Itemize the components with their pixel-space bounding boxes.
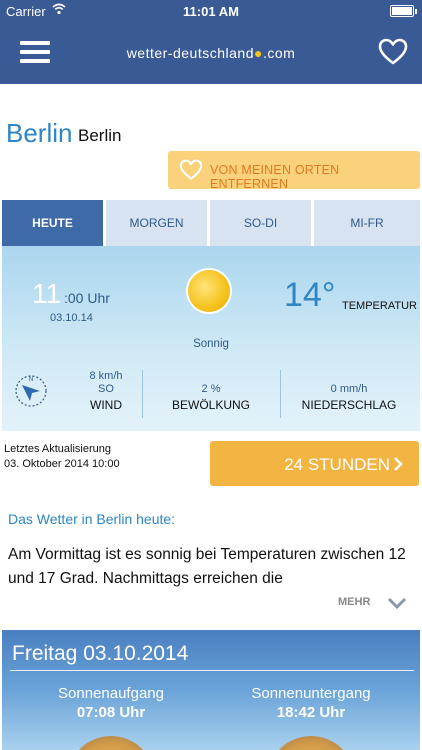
current-weather-panel: 11 :00 Uhr 03.10.14 Sonnig 14° TEMPERATU… bbox=[2, 246, 420, 431]
tab-mi-fr[interactable]: MI-FR bbox=[314, 200, 420, 246]
temperature-label: TEMPERATUR bbox=[342, 300, 417, 312]
remove-favorite-button[interactable]: VON MEINEN ORTEN ENTFERNEN bbox=[168, 151, 420, 191]
divider bbox=[10, 670, 414, 671]
precip-label: NIEDERSCHLAG bbox=[301, 398, 397, 412]
cloud-label: BEWÖLKUNG bbox=[171, 398, 250, 412]
app-header: wetter-deutschland●.com bbox=[0, 22, 422, 84]
last-update-label: Letztes Aktualisierung bbox=[4, 443, 112, 455]
sunset-icon bbox=[267, 736, 355, 750]
precip-value: 0 mm/h bbox=[330, 383, 368, 395]
app-logo: wetter-deutschland●.com bbox=[126, 45, 296, 61]
sunset-time: 18:42 Uhr bbox=[276, 704, 346, 721]
tab-morgen[interactable]: MORGEN bbox=[106, 200, 209, 246]
city-name: Berlin bbox=[6, 118, 73, 148]
current-minutes: :00 Uhr bbox=[64, 290, 110, 306]
last-update-value: 03. Oktober 2014 10:00 bbox=[4, 458, 120, 470]
24-hours-label: 24 STUNDEN bbox=[284, 455, 390, 474]
city-region: Berlin bbox=[78, 126, 122, 145]
sunrise-label: Sonnenaufgang bbox=[58, 685, 164, 702]
chevron-right-icon bbox=[393, 456, 403, 477]
sunrise-icon bbox=[67, 736, 155, 750]
cloud-value: 2 % bbox=[201, 383, 221, 395]
remove-favorite-label: VON MEINEN ORTEN ENTFERNEN bbox=[210, 163, 340, 191]
sunset-block: Sonnenuntergang 18:42 Uhr bbox=[216, 685, 406, 721]
more-link[interactable]: MEHR bbox=[338, 596, 370, 608]
day-card: Freitag 03.10.2014 Sonnenaufgang 07:08 U… bbox=[2, 630, 420, 750]
heart-icon bbox=[178, 159, 204, 186]
chevron-down-icon[interactable] bbox=[386, 596, 408, 610]
description-text: Am Vormittag ist es sonnig bei Temperatu… bbox=[8, 546, 406, 587]
day-title: Freitag 03.10.2014 bbox=[12, 642, 189, 665]
sunrise-block: Sonnenaufgang 07:08 Uhr bbox=[16, 685, 206, 721]
heart-icon[interactable] bbox=[378, 38, 408, 66]
24-hours-button[interactable]: 24 STUNDEN bbox=[210, 441, 419, 486]
last-update: Letztes Aktualisierung 03. Oktober 2014 … bbox=[4, 442, 120, 472]
sun-icon bbox=[188, 270, 230, 312]
clock-time: 11:01 AM bbox=[183, 4, 239, 19]
sunrise-time: 07:08 Uhr bbox=[76, 704, 146, 721]
tab-so-di[interactable]: SO-DI bbox=[210, 200, 313, 246]
description-heading: Das Wetter in Berlin heute: bbox=[8, 511, 176, 527]
current-date: 03.10.14 bbox=[50, 312, 93, 324]
tab-heute[interactable]: HEUTE bbox=[2, 200, 105, 246]
status-bar: Carrier 11:01 AM bbox=[0, 0, 422, 22]
current-hour: 11 bbox=[32, 278, 62, 309]
precip-metric: 0 mm/h NIEDERSCHLAG bbox=[281, 370, 417, 412]
forecast-tabs: HEUTE MORGEN SO-DI MI-FR bbox=[2, 200, 420, 246]
cloud-metric: 2 % BEWÖLKUNG bbox=[143, 370, 279, 412]
temperature-value: 14° bbox=[284, 276, 336, 314]
weather-condition: Sonnig bbox=[193, 338, 229, 350]
sunset-label: Sonnenuntergang bbox=[251, 685, 371, 702]
svg-text:N: N bbox=[29, 377, 33, 383]
battery-icon bbox=[390, 5, 417, 17]
